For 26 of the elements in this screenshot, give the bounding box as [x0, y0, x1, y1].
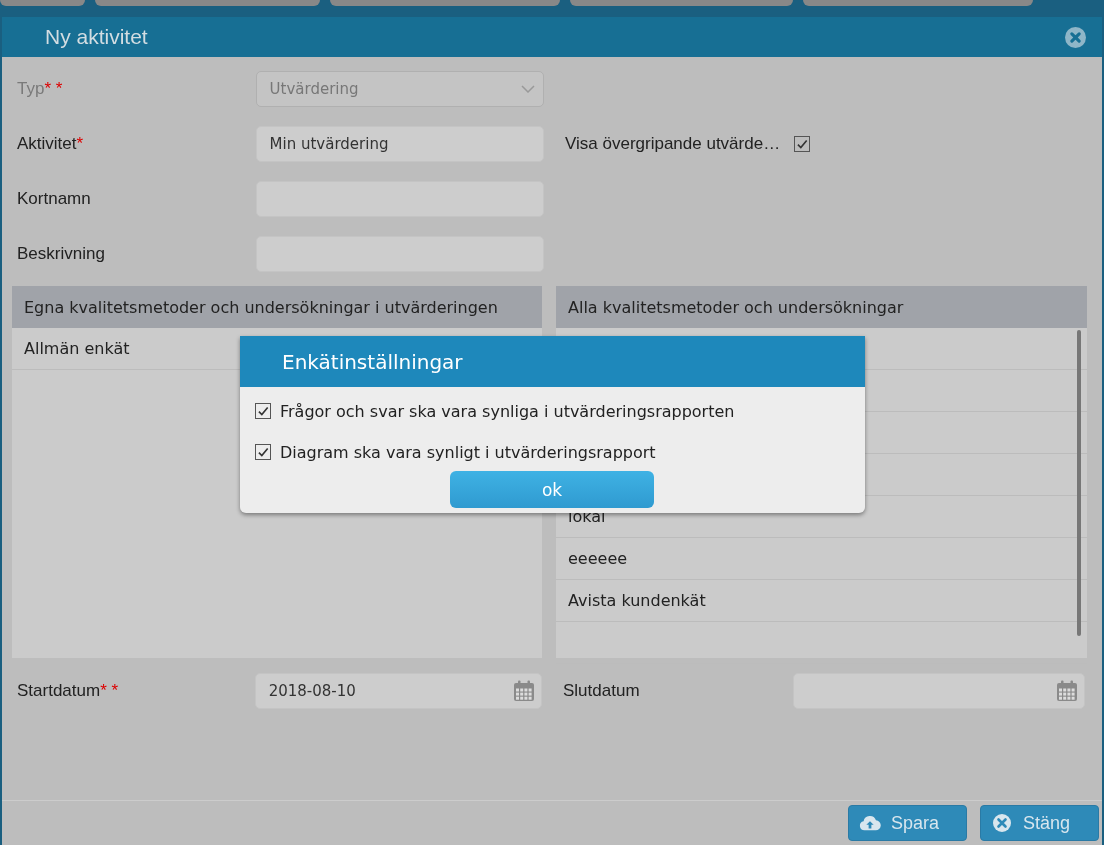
- option-label: Visa övergripande utvärde…: [565, 134, 781, 154]
- calendar-icon[interactable]: [513, 680, 535, 702]
- cloud-upload-icon: [859, 813, 881, 833]
- option-label: Diagram ska vara synligt i utvärderingsrapport: [280, 442, 656, 462]
- field-label: Aktivitet*: [16, 134, 85, 154]
- field-label: Slutdatum: [562, 681, 641, 701]
- date-field[interactable]: [793, 673, 1085, 709]
- checkbox[interactable]: [255, 403, 271, 419]
- scrollbar[interactable]: [1077, 330, 1081, 636]
- close-icon[interactable]: [1065, 26, 1086, 48]
- window-title: Ny aktivitet: [45, 25, 148, 49]
- checkbox[interactable]: [794, 136, 811, 152]
- field-label: Typ* *: [16, 79, 64, 99]
- field-label: Beskrivning: [16, 244, 106, 264]
- field-label: Startdatum* *: [16, 681, 120, 701]
- option-label: Frågor och svar ska vara synliga i utvärderingsrapporten: [280, 401, 735, 421]
- list-header: Alla kvalitetsmetoder och undersökningar: [556, 286, 1087, 328]
- checkbox[interactable]: [255, 444, 271, 460]
- date-field[interactable]: 2018-08-10: [254, 673, 542, 709]
- popup-title: Enkätinställningar: [282, 349, 463, 374]
- chevron-down-icon: [521, 85, 535, 93]
- close-icon: [991, 813, 1013, 833]
- field-label: Kortnamn: [16, 189, 92, 209]
- list-header: Egna kvalitetsmetoder och undersökningar i utvärderingen: [12, 286, 542, 328]
- calendar-icon[interactable]: [1056, 680, 1078, 702]
- text-field[interactable]: Min utvärdering: [255, 126, 544, 162]
